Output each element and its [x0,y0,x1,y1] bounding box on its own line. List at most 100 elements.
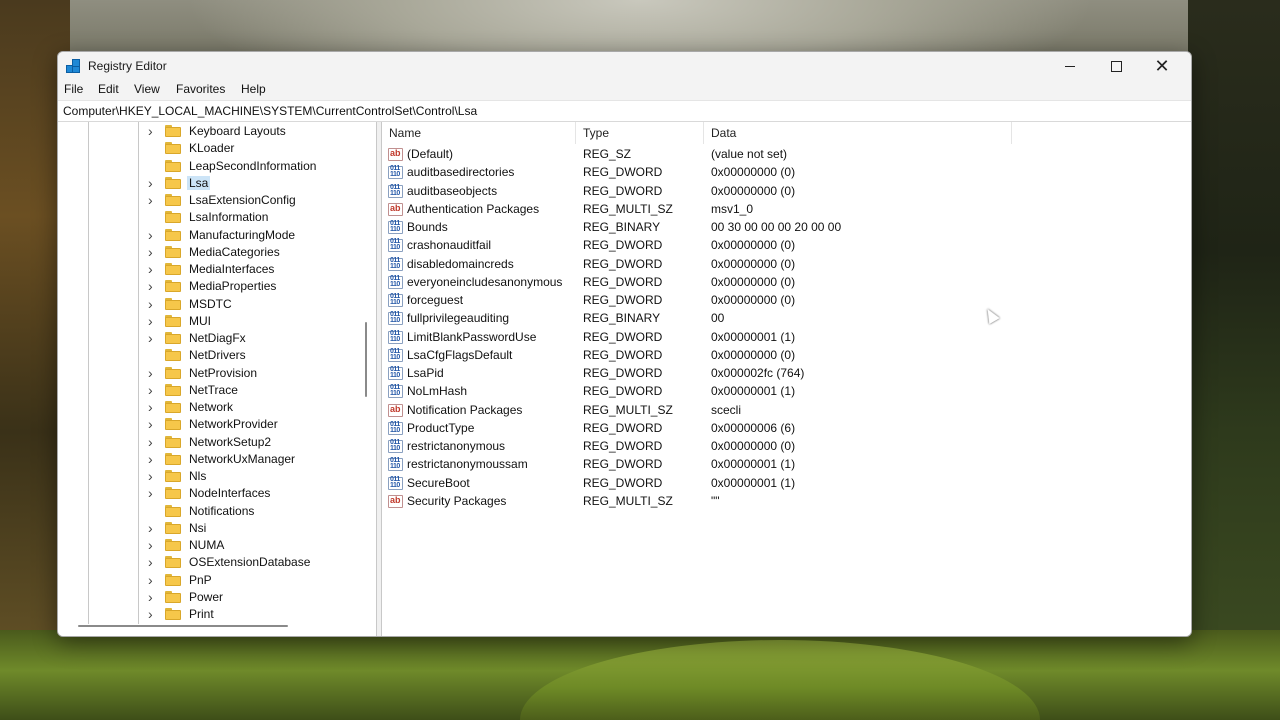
chevron-right-icon[interactable]: › [148,297,158,311]
value-row[interactable]: 011 110 LimitBlankPasswordUse REG_DWORD 0x0… [382,329,1191,347]
value-data: 0x00000000 (0) [711,274,796,289]
menu-help[interactable]: Help [241,82,266,96]
folder-icon [165,435,181,448]
value-row[interactable]: 011 110 LsaPid REG_DWORD 0x000002fc (764) [382,365,1191,383]
chevron-right-icon[interactable]: › [148,366,158,380]
value-row[interactable]: 011 110 everyoneincludesanonymous REG_DWOR… [382,274,1191,292]
menu-edit[interactable]: Edit [98,82,119,96]
chevron-right-icon[interactable]: › [148,124,158,138]
value-row[interactable]: 011 110 auditbaseobjects REG_DWORD 0x000000… [382,183,1191,201]
close-button[interactable]: ✕ [1139,52,1185,80]
value-type-glyph: 011 110 [390,439,400,452]
value-type: REG_BINARY [583,311,661,326]
value-row[interactable]: 011 110 SecureBoot REG_DWORD 0x00000001 (1) [382,475,1191,493]
close-icon: ✕ [1154,56,1170,76]
binary-value-icon: 011 110 [388,220,403,234]
chevron-right-icon[interactable]: › [148,228,158,242]
tree-item-label: Keyboard Layouts [189,124,286,138]
address-bar[interactable]: Computer\HKEY_LOCAL_MACHINE\SYSTEM\Curre… [58,100,1191,122]
chevron-right-icon[interactable]: › [148,452,158,466]
folder-icon [165,280,181,293]
chevron-right-icon[interactable]: › [148,417,158,431]
folder-icon [165,573,181,586]
chevron-right-icon[interactable]: › [148,400,158,414]
value-row[interactable]: ab Security Packages REG_MULTI_SZ "" [382,493,1191,511]
tree-item-label: LeapSecondInformation [189,158,317,173]
chevron-right-icon[interactable]: › [148,245,158,259]
address-path[interactable]: Computer\HKEY_LOCAL_MACHINE\SYSTEM\Curre… [63,104,477,118]
chevron-right-icon[interactable]: › [148,193,158,207]
tree-item-label: Notifications [189,503,255,518]
title-bar[interactable]: Registry Editor ✕ [58,52,1191,80]
value-row[interactable]: 011 110 crashonauditfail REG_DWORD 0x000000… [382,237,1191,255]
value-name: restrictanonymoussam [407,457,528,472]
value-row[interactable]: 011 110 restrictanonymous REG_DWORD 0x00000… [382,438,1191,456]
menu-favorites[interactable]: Favorites [176,82,225,96]
value-row[interactable]: 011 110 fullprivilegeauditing REG_BINARY 00 [382,310,1191,328]
value-data: 0x00000000 (0) [711,256,796,271]
value-name: restrictanonymous [407,439,506,453]
menu-view[interactable]: View [134,82,160,96]
chevron-right-icon[interactable]: › [148,486,158,500]
chevron-right-icon[interactable]: › [148,383,158,397]
value-row[interactable]: 011 110 ProductType REG_DWORD 0x00000006 (6… [382,420,1191,438]
tree-vertical-scrollbar[interactable] [365,322,367,397]
maximize-button[interactable] [1093,52,1139,80]
tree-item-label: Print [189,607,214,621]
folder-icon [165,366,181,379]
tree-item-label: Nls [189,469,207,483]
value-row[interactable]: 011 110 restrictanonymoussam REG_DWORD 0x00… [382,456,1191,474]
value-row[interactable]: 011 110 NoLmHash REG_DWORD 0x00000001 (1) [382,383,1191,401]
chevron-right-icon[interactable]: › [148,521,158,535]
folder-icon [165,418,181,431]
value-data: 0x00000001 (1) [711,457,796,472]
value-type-glyph: 011 110 [390,420,400,434]
key-tree-pane[interactable]: › Keyboard Layouts KLoader LeapSecondInform… [58,122,376,636]
chevron-right-icon[interactable]: › [148,176,158,190]
value-type: REG_DWORD [583,256,663,271]
chevron-right-icon[interactable]: › [148,607,158,621]
value-row[interactable]: 011 110 forceguest REG_DWORD 0x00000000 (0) [382,292,1191,310]
minimize-button[interactable] [1047,52,1093,80]
folder-icon [165,590,181,603]
value-data: 0x00000000 (0) [711,293,796,307]
value-row[interactable]: 011 110 LsaCfgFlagsDefault REG_DWORD 0x0000… [382,347,1191,365]
chevron-right-icon[interactable]: › [148,538,158,552]
values-list-pane[interactable]: Name Type Data ab (Default) REG_SZ (value n… [382,122,1191,636]
column-header-data[interactable]: Data [704,122,1012,144]
chevron-right-icon[interactable]: › [148,555,158,569]
chevron-right-icon[interactable]: › [148,262,158,276]
value-row[interactable]: 011 110 Bounds REG_BINARY 00 30 00 00 00 20… [382,219,1191,237]
column-header-type[interactable]: Type [576,122,704,144]
value-name: Notification Packages [407,402,523,417]
value-row[interactable]: 011 110 disabledomaincreds REG_DWORD 0x0000… [382,256,1191,274]
folder-icon [165,142,181,155]
chevron-right-icon[interactable]: › [148,331,158,345]
tree-horizontal-scrollbar[interactable] [78,625,288,627]
chevron-right-icon[interactable]: › [148,590,158,604]
chevron-right-icon[interactable]: › [148,435,158,449]
tree-item-label: NetTrace [189,382,238,397]
binary-value-icon: 011 110 [388,439,403,453]
value-row[interactable]: ab Authentication Packages REG_MULTI_SZ msv… [382,201,1191,219]
value-row[interactable]: 011 110 auditbasedirectories REG_DWORD 0x00… [382,164,1191,182]
folder-icon [165,159,181,172]
tree-item-label: MSDTC [189,296,232,311]
value-row[interactable]: ab Notification Packages REG_MULTI_SZ scecl… [382,402,1191,420]
binary-value-icon: 011 110 [388,420,403,435]
value-type-glyph: 011 110 [390,183,400,197]
value-type: REG_DWORD [583,347,663,362]
chevron-right-icon[interactable]: › [148,469,158,483]
string-value-icon: ab [388,494,403,508]
column-header-name[interactable]: Name [382,122,576,144]
tree-item-label: NodeInterfaces [189,486,271,501]
tree-item-label: NetworkUxManager [189,451,296,466]
chevron-right-icon[interactable]: › [148,573,158,587]
folder-icon [165,211,181,224]
value-row[interactable]: ab (Default) REG_SZ (value not set) [382,146,1191,164]
maximize-icon [1111,61,1122,72]
chevron-right-icon[interactable]: › [148,314,158,328]
tree-guide-line [138,122,139,624]
chevron-right-icon[interactable]: › [148,279,158,293]
menu-file[interactable]: File [64,82,83,96]
